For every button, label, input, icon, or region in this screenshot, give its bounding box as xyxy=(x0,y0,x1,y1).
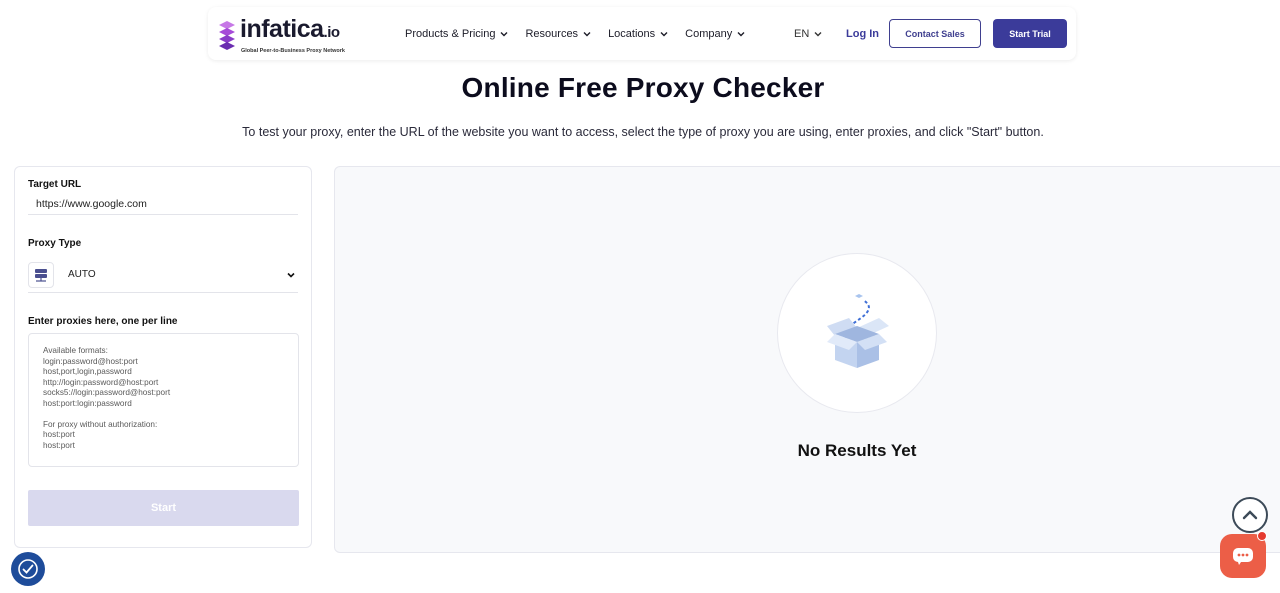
chevron-up-icon xyxy=(1242,510,1258,520)
chat-widget-button[interactable] xyxy=(1220,531,1267,578)
main-nav: Products & Pricing Resources Locations C… xyxy=(405,7,746,60)
server-icon xyxy=(28,261,54,288)
brand-name: infatica xyxy=(240,15,324,43)
brand-logo[interactable]: infatica.io Global Peer-to-Business Prox… xyxy=(218,15,368,54)
empty-state-illustration xyxy=(777,253,937,413)
logo-stack-icon xyxy=(219,21,235,50)
start-trial-button[interactable]: Start Trial xyxy=(993,19,1067,48)
navbar: infatica.io Global Peer-to-Business Prox… xyxy=(208,7,1076,60)
chevron-down-icon xyxy=(737,31,745,36)
nav-locations-label: Locations xyxy=(608,27,656,40)
brand-suffix: .io xyxy=(323,24,341,41)
chevron-down-icon xyxy=(814,31,822,36)
brand-tagline: Global Peer-to-Business Proxy Network xyxy=(241,48,345,54)
start-button[interactable]: Start xyxy=(28,490,299,526)
nav-products-pricing[interactable]: Products & Pricing xyxy=(405,28,509,40)
nav-resources[interactable]: Resources xyxy=(525,28,592,40)
page-title: Online Free Proxy Checker xyxy=(461,72,825,103)
chevron-down-icon xyxy=(500,31,508,36)
target-url-input[interactable] xyxy=(28,193,298,215)
target-url-label: Target URL xyxy=(28,179,82,190)
language-label: EN xyxy=(794,27,810,40)
brand-wordmark: infatica.io xyxy=(240,15,340,44)
proxies-textarea[interactable]: Available formats: login:password@host:p… xyxy=(28,333,299,467)
chevron-down-icon xyxy=(660,31,668,36)
proxies-label: Enter proxies here, one per line xyxy=(28,316,178,327)
proxy-type-label: Proxy Type xyxy=(28,238,82,249)
scroll-to-top-button[interactable] xyxy=(1232,497,1268,533)
contact-sales-button[interactable]: Contact Sales xyxy=(889,19,981,48)
nav-resources-label: Resources xyxy=(525,27,579,40)
cookie-consent-button[interactable] xyxy=(11,552,45,586)
nav-company-label: Company xyxy=(685,27,733,40)
proxy-form-panel: Target URL Proxy Type AUTO Enter proxies… xyxy=(14,166,312,548)
login-link[interactable]: Log In xyxy=(846,7,879,60)
language-selector[interactable]: EN xyxy=(794,7,823,60)
nav-company[interactable]: Company xyxy=(685,28,746,40)
results-panel: No Results Yet xyxy=(334,166,1280,553)
proxy-type-value: AUTO xyxy=(68,269,96,280)
no-results-label: No Results Yet xyxy=(797,441,917,460)
nav-products-pricing-label: Products & Pricing xyxy=(405,27,496,40)
chat-notification-dot xyxy=(1257,531,1267,541)
open-box-icon xyxy=(827,294,889,368)
privacy-check-icon xyxy=(18,559,38,579)
chevron-down-icon xyxy=(583,31,591,36)
chat-bubble-icon xyxy=(1233,548,1253,565)
proxies-placeholder: Available formats: login:password@host:p… xyxy=(43,346,171,450)
proxy-type-select[interactable]: AUTO xyxy=(28,257,298,293)
page-description: To test your proxy, enter the URL of the… xyxy=(242,125,1044,139)
nav-locations[interactable]: Locations xyxy=(608,28,669,40)
chevron-down-icon xyxy=(287,272,295,278)
